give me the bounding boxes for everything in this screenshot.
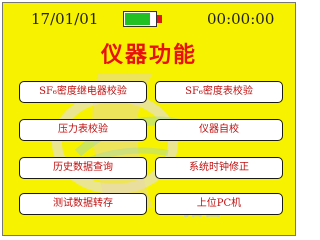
history-data-query-button[interactable]: 历史数据查询: [19, 157, 147, 179]
upload-to-pc-button[interactable]: 上位PC机: [155, 193, 283, 215]
pressure-gauge-check-button[interactable]: 压力表校验: [19, 119, 147, 141]
battery-level-fill: [125, 13, 151, 25]
test-data-export-button[interactable]: 测试数据转存: [19, 193, 147, 215]
sf6-density-relay-check-button[interactable]: SF₆密度继电器校验: [19, 81, 147, 103]
instrument-self-check-button[interactable]: 仪器自校: [155, 119, 283, 141]
sf6-density-meter-check-button[interactable]: SF₆密度表校验: [155, 81, 283, 103]
status-bar: 17/01/01 00:00:00: [3, 3, 295, 33]
battery-icon: [123, 11, 157, 27]
date-display: 17/01/01: [31, 10, 99, 28]
device-screen: 拓普 17/01/01 00:00:00 仪器功能 SF₆密度继电器校验 SF₆…: [2, 2, 296, 236]
system-clock-correction-button[interactable]: 系统时钟修正: [155, 157, 283, 179]
time-display: 00:00:00: [207, 10, 275, 28]
page-title: 仪器功能: [100, 43, 197, 68]
battery-terminal: [157, 15, 162, 23]
